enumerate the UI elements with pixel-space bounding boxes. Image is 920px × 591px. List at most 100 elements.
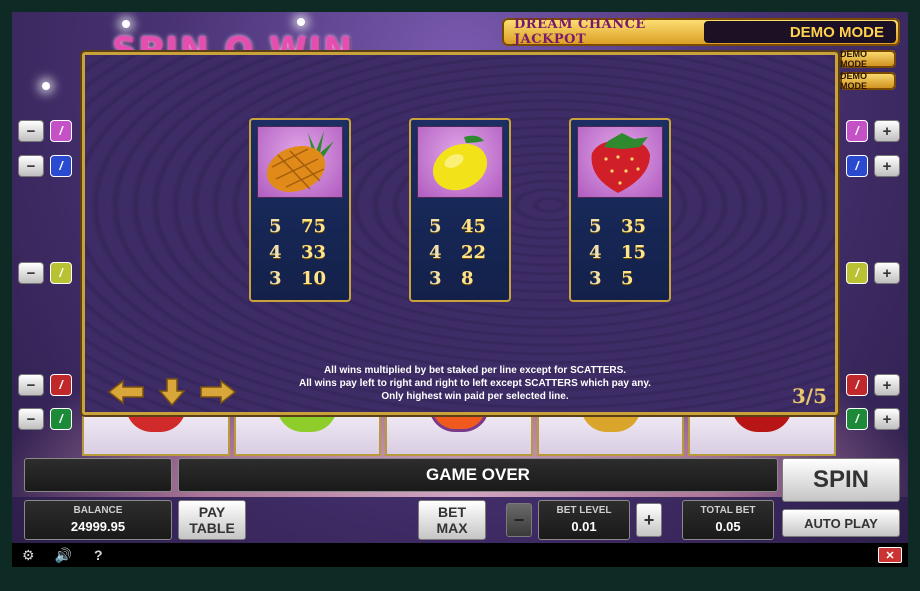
payline-control-left: − / (18, 120, 72, 142)
payline-control-right: / + (846, 155, 900, 177)
symbol-card: 5 45 4 22 38 (409, 118, 511, 302)
bet-max-button[interactable]: BET MAX (418, 500, 486, 540)
increase-lines-button[interactable]: + (874, 374, 900, 396)
help-icon[interactable]: ? (94, 547, 103, 563)
payout-count: 3 (589, 268, 602, 289)
lemon-icon (417, 126, 503, 198)
increase-lines-button[interactable]: + (874, 262, 900, 284)
bet-level-value: 0.01 (571, 519, 597, 534)
payout-count: 5 (429, 216, 442, 237)
payout-count: 5 (269, 216, 282, 237)
payout-count: 5 (589, 216, 602, 237)
increase-lines-button[interactable]: + (874, 155, 900, 177)
payline-control-right: / + (846, 262, 900, 284)
payline-control-left: − / (18, 262, 72, 284)
bet-level-decrease-button[interactable]: − (506, 503, 532, 537)
payout-count: 4 (589, 242, 602, 263)
increase-lines-button[interactable]: + (874, 120, 900, 142)
bet-level-increase-button[interactable]: + (636, 503, 662, 537)
left-arrow-icon[interactable] (107, 377, 145, 407)
payout-value: 75 (301, 216, 327, 237)
down-arrow-icon[interactable] (157, 377, 187, 407)
payline-badge: / (50, 374, 72, 396)
jackpot-value: DEMO MODE (704, 21, 896, 43)
decrease-lines-button[interactable]: − (18, 408, 44, 430)
payout-value: 45 (461, 216, 487, 237)
payout-row: 4 33 (269, 242, 326, 263)
payout-row: 38 (429, 268, 474, 289)
pay-table-button[interactable]: PAY TABLE (178, 500, 246, 540)
spin-button[interactable]: SPIN (782, 458, 900, 502)
balance-label: BALANCE (73, 505, 123, 516)
close-button[interactable]: ✕ (878, 547, 902, 563)
payline-badge: / (50, 408, 72, 430)
total-bet-box: TOTAL BET 0.05 (682, 500, 774, 540)
payout-count: 3 (269, 268, 282, 289)
pineapple-icon (257, 126, 343, 198)
auto-play-button[interactable]: AUTO PLAY (782, 509, 900, 537)
payout-value: 10 (301, 268, 327, 289)
rule-line: Only highest win paid per selected line. (381, 391, 569, 402)
payline-control-right: / + (846, 374, 900, 396)
payline-control-right: / + (846, 408, 900, 430)
rules-text: All wins multiplied by bet staked per li… (235, 364, 715, 403)
payout-row: 3 10 (269, 268, 326, 289)
total-bet-label: TOTAL BET (700, 505, 756, 516)
payline-badge: / (846, 155, 868, 177)
payout-count: 4 (429, 242, 442, 263)
bet-max-label-line2: MAX (436, 520, 468, 536)
payline-badge: / (50, 155, 72, 177)
sparkle (297, 18, 305, 26)
gear-icon[interactable]: ⚙ (22, 547, 35, 564)
payout-value: 22 (461, 242, 487, 263)
payline-badge: / (50, 262, 72, 284)
pay-table-label-line1: PAY (198, 504, 226, 520)
page-indicator: 3/5 (791, 384, 827, 408)
control-panel: GAME OVER SPIN BALANCE 24999.95 PAY TABL… (12, 453, 908, 543)
payout-row: 4 15 (589, 242, 646, 263)
payout-count: 3 (429, 268, 442, 289)
decrease-lines-button[interactable]: − (18, 120, 44, 142)
right-arrow-icon[interactable] (199, 377, 237, 407)
jackpot-bar: DREAM CHANCE JACKPOT DEMO MODE (502, 17, 900, 47)
payout-count: 4 (269, 242, 282, 263)
payout-value: 33 (301, 242, 327, 263)
payline-control-left: − / (18, 155, 72, 177)
payout-row: 5 35 (589, 216, 646, 237)
payline-badge: / (846, 374, 868, 396)
jackpot-label: DREAM CHANCE JACKPOT (514, 17, 646, 47)
payout-row: 35 (589, 268, 634, 289)
sparkle (122, 20, 130, 28)
symbol-card: 5 75 4 33 3 10 (249, 118, 351, 302)
rule-line: All wins pay left to right and right to … (299, 378, 651, 389)
bet-max-label-line1: BET (438, 504, 466, 520)
payout-value: 35 (621, 216, 647, 237)
payline-control-left: − / (18, 408, 72, 430)
payline-badge: / (50, 120, 72, 142)
payline-badge: / (846, 408, 868, 430)
payline-badge: / (846, 262, 868, 284)
symbol-card: 5 35 4 15 35 (569, 118, 671, 302)
decrease-lines-button[interactable]: − (18, 155, 44, 177)
speaker-icon[interactable]: 🔊 (55, 547, 72, 564)
sparkle (42, 82, 50, 90)
pay-table-panel: 5 75 4 33 3 10 5 45 4 22 38 5 35 4 15 3 … (82, 52, 838, 415)
decrease-lines-button[interactable]: − (18, 374, 44, 396)
payout-value: 15 (621, 242, 647, 263)
mini-jackpot: DEMO MODE (840, 71, 896, 91)
payout-row: 5 45 (429, 216, 486, 237)
bet-level-box: BET LEVEL 0.01 (538, 500, 630, 540)
payout-row: 4 22 (429, 242, 486, 263)
payout-row: 5 75 (269, 216, 326, 237)
balance-value: 24999.95 (70, 519, 126, 534)
total-bet-value: 0.05 (715, 519, 741, 534)
win-display (24, 458, 172, 492)
pay-table-label-line2: TABLE (189, 520, 235, 536)
decrease-lines-button[interactable]: − (18, 262, 44, 284)
toolbar: ⚙ 🔊 ? ✕ (12, 543, 908, 567)
mini-jackpot: DEMO MODE (840, 49, 896, 69)
increase-lines-button[interactable]: + (874, 408, 900, 430)
balance-box: BALANCE 24999.95 (24, 500, 172, 540)
payout-value: 5 (621, 268, 634, 289)
rule-line: All wins multiplied by bet staked per li… (323, 365, 627, 376)
